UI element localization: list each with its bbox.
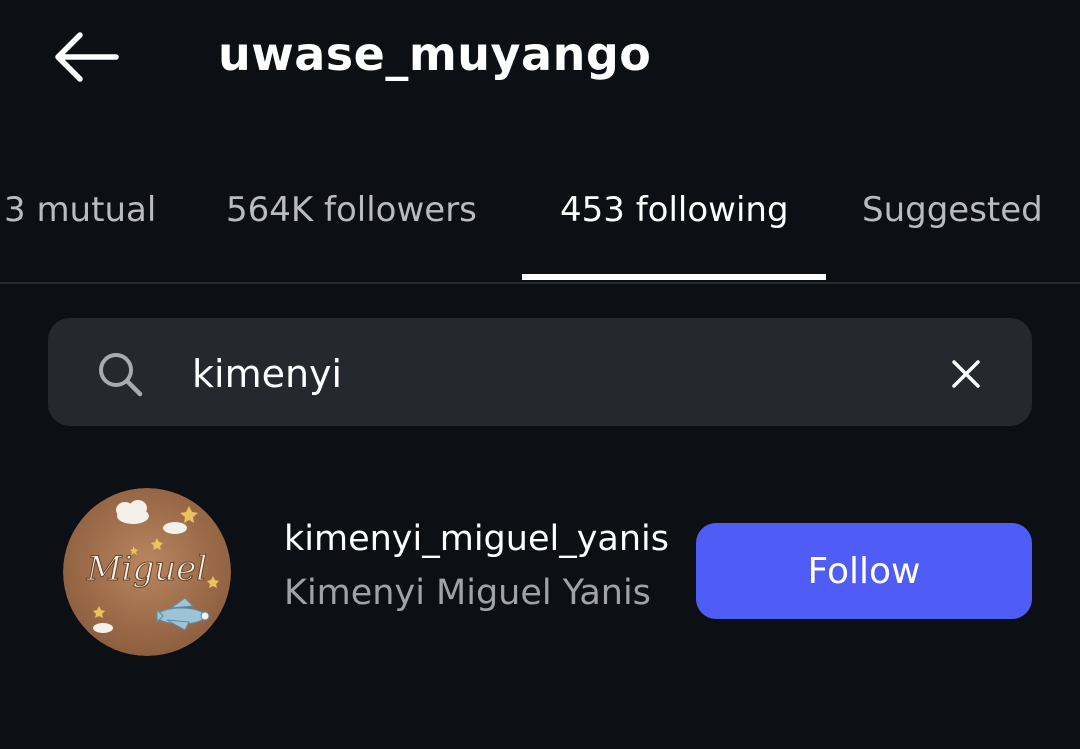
- follow-button[interactable]: Follow: [696, 523, 1032, 619]
- tab-bar: 3 mutual 564K followers 453 following Su…: [0, 170, 1080, 284]
- clear-search-button[interactable]: [940, 348, 992, 400]
- tab-followers[interactable]: 564K followers: [226, 170, 477, 282]
- active-tab-indicator: [522, 274, 826, 280]
- tab-suggested[interactable]: Suggested: [862, 170, 1043, 282]
- tab-following[interactable]: 453 following: [560, 170, 789, 282]
- tab-mutual[interactable]: 3 mutual: [4, 170, 156, 282]
- back-button[interactable]: [40, 22, 130, 92]
- close-icon: [952, 360, 980, 388]
- back-arrow-icon: [55, 32, 119, 82]
- avatar-image: Miguel: [63, 488, 231, 656]
- avatar[interactable]: Miguel: [63, 488, 231, 656]
- result-username[interactable]: kimenyi_miguel_yanis: [284, 514, 669, 564]
- result-full-name: Kimenyi Miguel Yanis: [284, 573, 651, 613]
- avatar-text: Miguel: [86, 549, 207, 589]
- search-input[interactable]: [192, 342, 892, 406]
- page-title: uwase_muyango: [218, 27, 652, 81]
- search-icon: [99, 353, 143, 397]
- top-bar: uwase_muyango: [0, 0, 1080, 120]
